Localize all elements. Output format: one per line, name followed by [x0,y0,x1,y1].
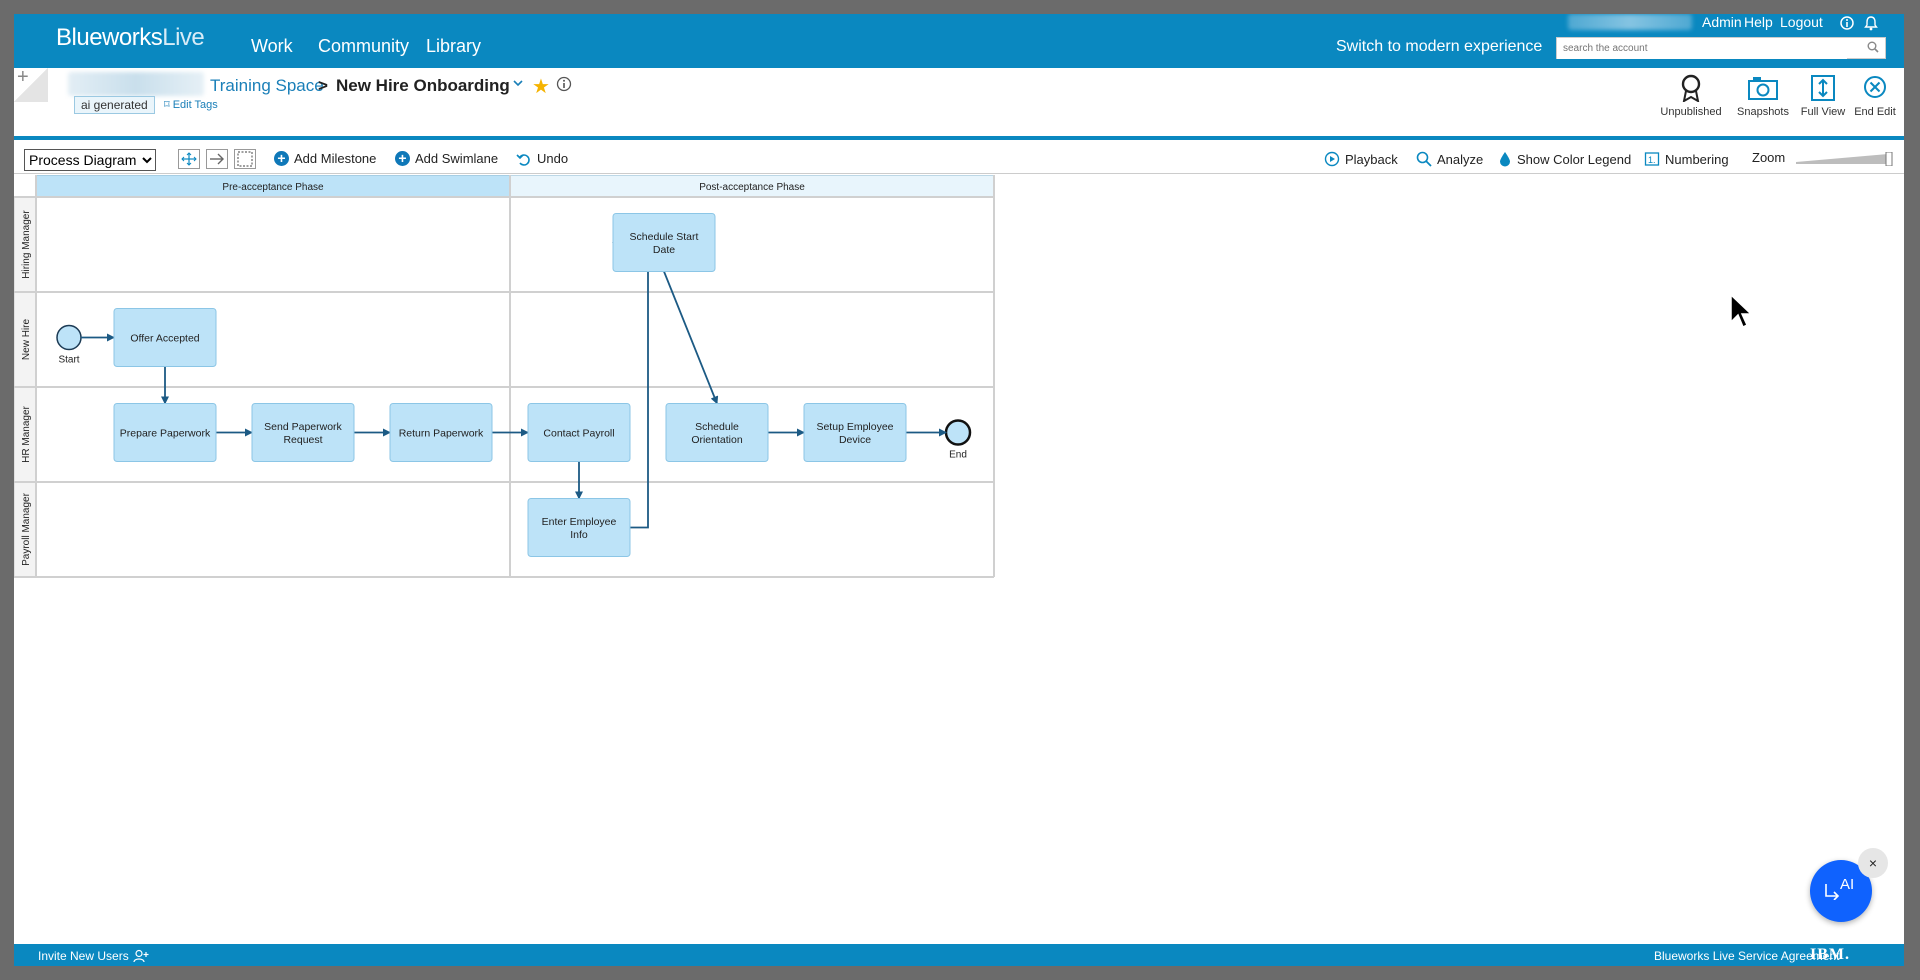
process-header: + Training Space > New Hire Onboarding ★… [14,66,1904,140]
page-title: New Hire Onboarding [336,76,510,95]
task-label: Send Paperwork [264,421,342,433]
zoom-slider[interactable] [1796,152,1896,166]
help-link[interactable]: Help [1744,14,1773,30]
task-label: Enter Employee [542,516,617,528]
show-color-legend-button[interactable]: Show Color Legend [1498,151,1631,167]
info-icon[interactable] [556,76,572,92]
task-label: Prepare Paperwork [120,428,211,440]
numbering-button[interactable]: 1. Numbering [1644,151,1729,167]
user-name-redacted [1568,14,1692,30]
plus-circle-icon: + [395,151,410,166]
tag-icon: ⌑ [164,99,170,111]
start-event[interactable] [56,324,82,351]
breadcrumb-space[interactable]: Training Space [210,76,324,96]
pan-tool-button[interactable] [178,149,200,169]
task-label: Offer Accepted [130,333,199,345]
add-swimlane-button[interactable]: + Add Swimlane [395,151,498,166]
ai-assistant-close-button[interactable]: × [1858,848,1888,878]
close-circle-icon [1864,76,1886,98]
tag-badge[interactable]: ai generated [74,96,155,114]
add-milestone-button[interactable]: + Add Milestone [274,151,376,166]
swimlane-label: HR Manager [21,405,32,462]
marquee-select-icon [237,151,253,167]
undo-button[interactable]: Undo [516,151,568,166]
admin-link[interactable]: Admin [1702,14,1742,30]
app-logo[interactable]: BlueworksLive [56,24,205,52]
task-label: Orientation [691,434,743,446]
account-search[interactable] [1556,37,1886,59]
arrow-right-icon [210,153,224,165]
info-circle-icon[interactable] [1840,16,1854,30]
mouse-cursor-icon [1730,294,1753,329]
task-label: Contact Payroll [543,428,614,440]
plus-icon: + [17,66,29,88]
swimlane-label: Hiring Manager [21,210,32,279]
account-search-input[interactable] [1557,38,1847,59]
milestone-label: Post-acceptance Phase [699,182,805,193]
diagram-type-select[interactable]: Process Diagram [24,149,156,171]
ibm-logo: IBM. [1810,946,1850,963]
nav-library[interactable]: Library [426,36,481,57]
nav-community[interactable]: Community [318,36,409,57]
switch-modern-experience-link[interactable]: Switch to modern experience [1336,38,1542,56]
footer-bar: Invite New Users Blueworks Live Service … [14,944,1904,966]
task-label: Device [839,434,871,446]
magnifier-icon [1416,151,1432,167]
task-label: Request [283,434,322,446]
playback-button[interactable]: Playback [1324,151,1398,167]
create-new-tile[interactable]: + [14,66,48,102]
favorite-star-icon[interactable]: ★ [532,74,550,99]
unpublished-button[interactable]: Unpublished [1656,74,1726,118]
zoom-label: Zoom [1752,150,1786,165]
bell-icon[interactable] [1864,15,1878,31]
connector[interactable] [612,238,649,529]
color-drop-icon [1500,152,1510,167]
swimlane-label: Payroll Manager [21,492,32,565]
full-view-button[interactable]: Full View [1798,74,1848,118]
swimlane-label: New Hire [21,319,32,361]
space-parent-redacted [68,72,204,96]
chevron-down-icon[interactable] [512,76,524,90]
nav-work[interactable]: Work [251,36,293,57]
logout-link[interactable]: Logout [1780,14,1823,30]
top-navigation-bar: BlueworksLive Work Community Library Adm… [14,14,1904,68]
expand-vertical-icon [1811,75,1835,101]
breadcrumb-separator: > [318,76,328,95]
analyze-button[interactable]: Analyze [1416,151,1483,167]
process-diagram-canvas[interactable]: Pre-acceptance Phase Post-acceptance Phas… [14,175,1904,935]
end-edit-button[interactable]: End Edit [1850,74,1900,118]
add-user-icon [133,949,149,963]
task-label: Date [653,244,675,256]
task-label: Schedule Start [630,231,699,243]
select-tool-button[interactable] [234,149,256,169]
ribbon-badge-icon [1681,74,1701,102]
task-label: Schedule [695,421,739,433]
milestone-label: Pre-acceptance Phase [222,182,324,193]
task-label: Return Paperwork [399,428,484,440]
connector-tool-button[interactable] [206,149,228,169]
edit-tags-link[interactable]: ⌑ Edit Tags [164,98,218,111]
end-label: End [949,450,967,461]
app-window: BlueworksLive Work Community Library Adm… [14,14,1904,966]
task-label: Info [570,529,588,541]
task-label: Setup Employee [816,421,893,433]
move-arrows-icon [181,152,197,166]
svg-text:1.: 1. [1648,155,1656,165]
play-circle-icon [1324,151,1340,167]
invite-new-users-link[interactable]: Invite New Users [38,949,149,963]
start-label: Start [58,355,79,366]
undo-icon [516,153,530,166]
end-event[interactable] [944,419,972,446]
search-icon[interactable] [1867,41,1879,53]
numbering-icon: 1. [1644,152,1660,166]
camera-icon [1748,77,1778,100]
snapshots-button[interactable]: Snapshots [1728,74,1798,118]
plus-circle-icon: + [274,151,289,166]
diagram-toolbar: Process Diagram + Add Milestone + Add Swim… [14,144,1904,174]
